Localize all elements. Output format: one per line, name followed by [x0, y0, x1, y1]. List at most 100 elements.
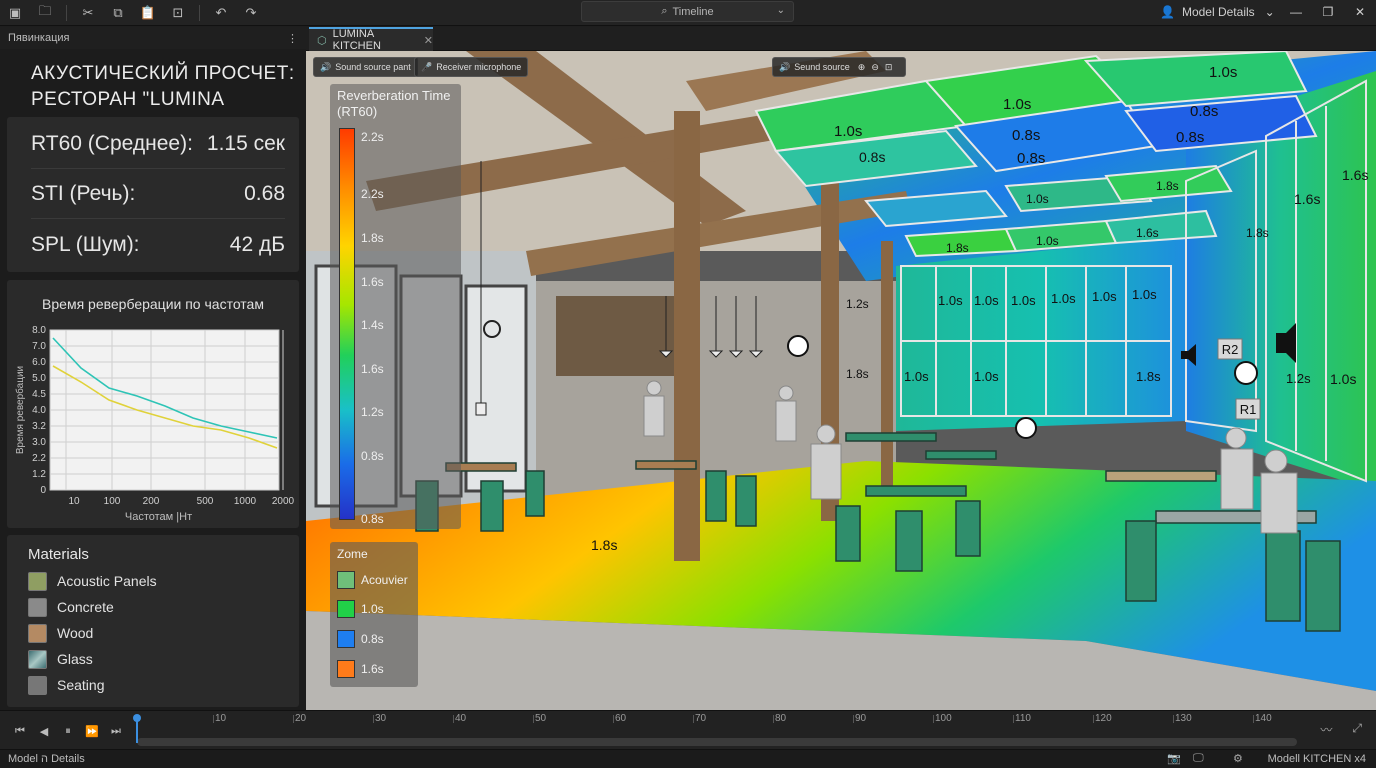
- heat-label: 1.8s: [1246, 226, 1269, 240]
- timeline-tick: [1253, 715, 1254, 723]
- skip-end-icon[interactable]: ⏭: [104, 723, 128, 739]
- heat-label: 1.0s: [938, 293, 963, 308]
- receiver-marker-r2-label: R2: [1222, 342, 1239, 357]
- timeline-dropdown[interactable]: ⌕ Timeline ⌄: [581, 1, 794, 22]
- heat-label: 1.0s: [1051, 291, 1076, 306]
- timeline-tick-label: 130: [1175, 713, 1192, 724]
- heat-label: 1.8s: [846, 367, 869, 381]
- copy-icon[interactable]: ⧉: [107, 2, 129, 24]
- heat-label: 1.8s: [1136, 369, 1161, 384]
- heat-label: 1.0s: [1209, 64, 1238, 81]
- materials-panel: Materials Acoustic Panels Concrete Wood …: [7, 535, 299, 707]
- y-tick-label: 1.2: [32, 469, 46, 480]
- 3d-viewport[interactable]: R2 R1 1.8s 1.0s 1.0s 1.0s 0.8s 0.8s 0.8s…: [306, 51, 1376, 710]
- timeline-tick: [373, 715, 374, 723]
- legend-title: Reverberation Time (RT60): [337, 88, 450, 120]
- acoustic-heatmap-scene: R2 R1: [306, 51, 1376, 710]
- close-icon[interactable]: ✕: [1344, 0, 1376, 24]
- material-swatch: [28, 571, 47, 591]
- camera-icon[interactable]: 📷: [1167, 752, 1181, 765]
- timeline-tick-label: 80: [775, 713, 787, 724]
- material-swatch: [28, 649, 47, 669]
- zoom-in-icon[interactable]: ⊕: [858, 62, 866, 73]
- y-tick-label: 4.0: [32, 405, 46, 416]
- zone-item[interactable]: 1.0s: [337, 599, 384, 619]
- material-item[interactable]: Seating: [28, 674, 104, 696]
- zone-swatch: [337, 660, 355, 678]
- playhead-handle[interactable]: [133, 714, 141, 722]
- user-settings-icon[interactable]: ⚙: [1233, 752, 1243, 765]
- folder-icon[interactable]: 🗀: [34, 2, 56, 24]
- heat-label: 1.0s: [1330, 371, 1357, 387]
- top-toolbar: ▣ 🗀 ✂ ⧉ 📋 ⊡ ↶ ↷ ⌕ Timeline ⌄ 👤 Model Det…: [0, 0, 1376, 26]
- toolbar-divider: [66, 4, 67, 21]
- material-item[interactable]: Acoustic Panels: [28, 570, 157, 592]
- close-tab-icon[interactable]: ✕: [424, 34, 433, 47]
- zone-item[interactable]: 0.8s: [337, 629, 384, 649]
- timeline-tick-label: 120: [1095, 713, 1112, 724]
- timeline-tick-label: 10: [215, 713, 227, 724]
- zone-item[interactable]: 1.6s: [337, 659, 384, 679]
- metric-value: 1.15 сек: [206, 131, 285, 155]
- skip-start-icon[interactable]: ⏮: [8, 723, 32, 739]
- legend-tick: 1.6s: [361, 275, 384, 289]
- tab-label: LUMINA KITCHEN: [332, 28, 381, 52]
- waveform-icon[interactable]: 〰: [1320, 721, 1332, 738]
- undo-icon[interactable]: ↶: [210, 2, 232, 24]
- timeline-label: Timeline: [672, 5, 714, 18]
- heat-label: 1.0s: [1011, 293, 1036, 308]
- heat-label: 0.8s: [1190, 103, 1219, 120]
- y-tick-label: 3.0: [32, 437, 46, 448]
- more-options-icon[interactable]: ⋮: [287, 32, 298, 45]
- timeline-tick-label: 140: [1255, 713, 1272, 724]
- button-label: Receiver microphone: [436, 62, 522, 72]
- heat-label: 1.0s: [1092, 289, 1117, 304]
- maximize-icon[interactable]: ❐: [1312, 0, 1344, 24]
- material-label: Acoustic Panels: [57, 573, 157, 589]
- paste-icon[interactable]: 📋: [137, 2, 159, 24]
- sound-source-toolbar[interactable]: 🔊 Seund source ⊕ ⊖ ⊡: [772, 57, 906, 77]
- chevron-down-icon: ⌄: [1264, 5, 1275, 19]
- receiver-marker-r1-label: R1: [1240, 402, 1257, 417]
- monitor-icon[interactable]: 🖵: [1193, 752, 1204, 765]
- heat-label: 1.2s: [1286, 371, 1311, 386]
- x-tick-label: 500: [197, 496, 214, 507]
- tab-lumina-kitchen[interactable]: ⬡ LUMINA KITCHEN ✕: [309, 27, 433, 52]
- timeline-tick: [1173, 715, 1174, 723]
- legend-title-line2: (RT60): [337, 104, 378, 119]
- step-back-icon[interactable]: ◀: [32, 723, 56, 739]
- app-logo-icon[interactable]: ▣: [4, 2, 26, 24]
- timeline-tick: [1013, 715, 1014, 723]
- heat-label: 0.8s: [1017, 150, 1046, 167]
- legend-tick: 1.4s: [361, 318, 384, 332]
- zoom-out-icon[interactable]: ⊖: [871, 62, 879, 73]
- sound-source-paint-button[interactable]: 🔊 Sound source pant: [313, 57, 418, 77]
- redo-icon[interactable]: ↷: [240, 2, 262, 24]
- material-item[interactable]: Wood: [28, 622, 93, 644]
- minimize-icon[interactable]: —: [1280, 0, 1312, 24]
- material-item[interactable]: Glass: [28, 648, 93, 670]
- y-tick-label: 2.2: [32, 453, 46, 464]
- metric-label: SPL (Шум):: [31, 233, 140, 256]
- receiver-microphone-button[interactable]: 🎤 Receiver microphone: [414, 57, 529, 77]
- search-icon: ⌕: [661, 5, 668, 17]
- material-item[interactable]: Concrete: [28, 596, 114, 618]
- cut-icon[interactable]: ✂: [77, 2, 99, 24]
- zone-swatch: [337, 630, 355, 648]
- expand-icon[interactable]: ⤢: [1352, 721, 1362, 738]
- timeline-tick-label: 100: [935, 713, 952, 724]
- model-details-menu[interactable]: 👤 Model Details ⌄: [1160, 2, 1275, 22]
- fit-view-icon[interactable]: ⊡: [885, 62, 893, 73]
- zone-item[interactable]: Acouvier: [337, 570, 408, 590]
- pause-icon[interactable]: ⏸: [56, 723, 80, 739]
- fast-forward-icon[interactable]: ⏩: [80, 723, 104, 739]
- material-label: Concrete: [57, 599, 114, 615]
- report-title-line1: АКУСТИЧЕСКИЙ ПРОСЧЕТ:: [31, 63, 295, 84]
- panel-header-label: Пявинкация: [8, 32, 70, 44]
- metric-label: STI (Речь):: [31, 181, 136, 205]
- cube-icon: ⬡: [317, 34, 327, 47]
- timeline-tick: [773, 715, 774, 723]
- inspect-icon[interactable]: ⊡: [167, 2, 189, 24]
- heat-label: 1.6s: [1294, 191, 1321, 207]
- timeline-scrollbar[interactable]: [137, 738, 1297, 746]
